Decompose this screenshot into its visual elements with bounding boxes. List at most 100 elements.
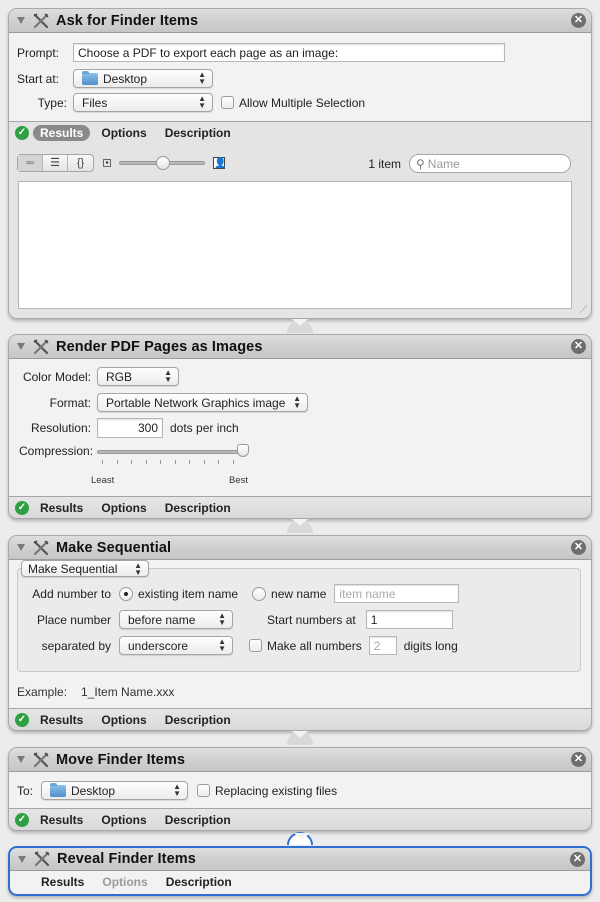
tab-results[interactable]: Results [41,875,84,889]
tab-results[interactable]: Results [40,813,83,827]
allow-multiple-checkbox[interactable] [221,96,234,109]
list-view-icon[interactable]: ☰ [43,155,68,171]
replacing-checkbox[interactable] [197,784,211,797]
example-value: 1_Item Name.xxx [81,685,175,699]
tab-options[interactable]: Options [101,126,146,140]
action-connector [287,731,313,745]
mode-value: Make Sequential [28,561,118,576]
to-value: Desktop [71,783,116,798]
replacing-label: Replacing existing files [215,783,338,798]
success-check-icon: ✓ [15,712,29,727]
add-number-label: Add number to [32,586,111,601]
action-title: Render PDF Pages as Images [56,338,263,355]
code-view-icon[interactable]: {} [68,155,93,171]
tab-description[interactable]: Description [165,713,231,727]
to-popup[interactable]: Desktop ▲ ▼ [41,781,189,800]
compression-slider[interactable] [97,444,249,464]
start-numbers-field[interactable]: 1 [365,610,453,629]
success-check-icon: ✓ [15,126,29,140]
disclosure-triangle-icon[interactable] [17,544,25,551]
popup-arrows-icon: ▲ ▼ [198,70,206,86]
icon-view-icon[interactable]: ▫▫ [18,155,43,171]
make-all-numbers-checkbox[interactable] [249,639,262,652]
action-move-finder-items: Move Finder Items ✕ To: Desktop ▲ ▼ Repla… [8,747,592,831]
place-number-popup[interactable]: before name ▲ ▼ [119,610,233,629]
disclosure-triangle-icon[interactable] [17,17,25,24]
new-name-radio[interactable] [252,586,267,601]
compression-label: Compression: [19,444,94,458]
disclosure-triangle-icon[interactable] [17,756,25,763]
folder-icon [82,70,98,85]
icon-size-slider[interactable] [119,156,205,170]
separated-by-label: separated by [41,638,111,653]
action-footer: ✓ Results Options Description [9,496,591,518]
action-titlebar[interactable]: Reveal Finder Items ✕ [10,848,590,871]
action-titlebar[interactable]: Ask for Finder Items ✕ [9,9,591,33]
separated-by-popup[interactable]: underscore ▲ ▼ [119,636,233,655]
success-check-icon: ✓ [15,500,29,515]
format-value: Portable Network Graphics image [106,395,286,410]
popup-arrows-icon: ▲ ▼ [218,637,226,653]
search-field[interactable]: ⚲ Name [409,154,571,173]
slider-knob[interactable] [237,444,249,457]
start-at-value: Desktop [103,71,148,86]
action-titlebar[interactable]: Move Finder Items ✕ [9,748,591,772]
automator-action-icon [33,13,49,29]
action-footer: Results Options Description [10,871,590,893]
view-mode-segmented-control[interactable]: ▫▫ ☰ {} [17,154,94,172]
tab-options[interactable]: Options [101,813,146,827]
popup-arrows-icon: ▲ ▼ [164,368,172,384]
disclosure-triangle-icon[interactable] [17,343,25,350]
action-titlebar[interactable]: Render PDF Pages as Images ✕ [9,335,591,359]
action-reveal-finder-items: Reveal Finder Items ✕ Results Options De… [8,846,592,896]
resize-handle-icon[interactable]: ⟋ [580,305,587,316]
resolution-field[interactable]: 300 [97,418,163,438]
item-count: 1 item [368,156,401,171]
start-numbers-label: Start numbers at [267,612,356,627]
tab-description[interactable]: Description [166,875,232,889]
digits-field[interactable]: 2 [368,636,397,655]
tab-description[interactable]: Description [165,501,231,515]
separated-by-value: underscore [128,638,189,653]
tab-results[interactable]: Results [33,125,91,141]
action-make-sequential: Make Sequential ✕ Make Sequential ▲ ▼ Add… [8,535,592,731]
new-name-field[interactable]: item name [334,584,460,603]
slider-knob[interactable] [156,156,170,170]
popup-arrows-icon: ▲ ▼ [198,94,206,110]
results-list[interactable] [18,181,572,309]
close-action-button[interactable]: ✕ [571,752,586,767]
tab-description[interactable]: Description [165,813,231,827]
mode-popup[interactable]: Make Sequential ▲ ▼ [21,560,149,577]
action-titlebar[interactable]: Make Sequential ✕ [9,536,591,560]
close-action-button[interactable]: ✕ [570,852,585,867]
disclosure-triangle-icon[interactable] [18,855,26,863]
allow-multiple-label: Allow Multiple Selection [239,95,366,110]
close-action-button[interactable]: ✕ [571,13,586,28]
tab-results[interactable]: Results [40,713,83,727]
digits-long-label: digits long [403,638,458,653]
tab-options[interactable]: Options [101,713,146,727]
large-icon-size-icon: 👤 [213,157,227,169]
automator-action-icon [33,540,49,556]
action-footer: ✓ Results Options Description [9,808,591,830]
start-at-popup[interactable]: Desktop ▲ ▼ [73,69,213,88]
results-pane: ✓ Results Options Description ▫▫ ☰ {} ▪ … [9,121,591,318]
color-model-value: RGB [106,369,133,384]
tab-results[interactable]: Results [40,501,83,515]
action-title: Make Sequential [56,539,172,556]
prompt-field[interactable]: Choose a PDF to export each page as an i… [73,43,505,62]
success-check-icon: ✓ [15,812,29,827]
place-number-value: before name [128,612,196,627]
tab-description[interactable]: Description [165,126,231,140]
close-action-button[interactable]: ✕ [571,339,586,354]
color-model-popup[interactable]: RGB ▲ ▼ [97,367,179,386]
close-action-button[interactable]: ✕ [571,540,586,555]
existing-item-name-radio[interactable] [119,586,133,601]
start-at-label: Start at: [17,71,60,86]
existing-item-name-label: existing item name [138,586,239,601]
format-popup[interactable]: Portable Network Graphics image ▲ ▼ [97,393,308,412]
action-connector [287,319,313,333]
tab-options[interactable]: Options [101,501,146,515]
action-title: Move Finder Items [56,751,186,768]
type-popup[interactable]: Files ▲ ▼ [73,93,213,112]
